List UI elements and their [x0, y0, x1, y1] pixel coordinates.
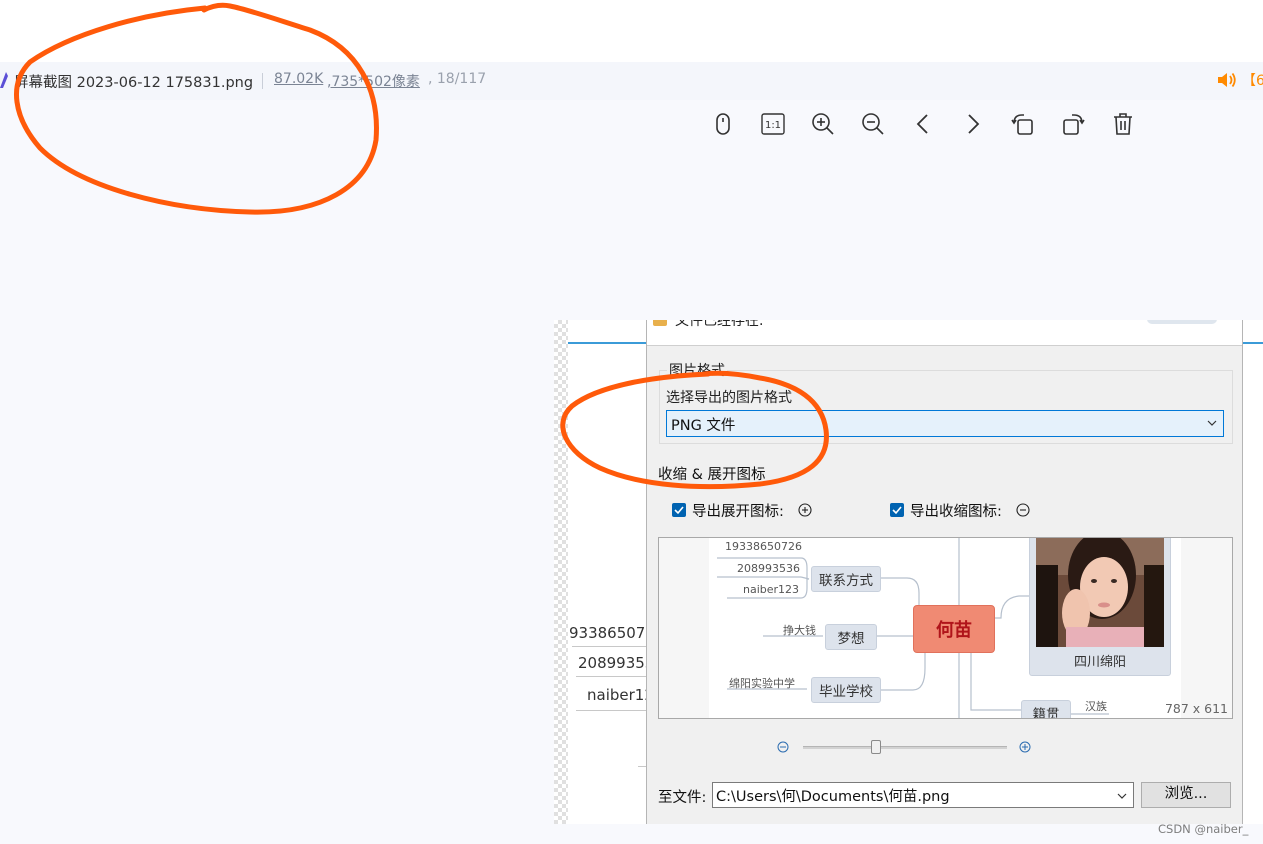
- photo-caption: 四川绵阳: [1073, 655, 1126, 670]
- background-cell: 933865072: [569, 624, 655, 642]
- format-select-label: 选择导出的图片格式: [666, 390, 792, 406]
- export-image-dialog: 文件已经存在. 图片格式 选择导出的图片格式 PNG 文件 收缩 & 展开图标 …: [646, 320, 1243, 824]
- mouse-mode-button[interactable]: [708, 108, 738, 140]
- dialog-title-button[interactable]: [1147, 320, 1217, 324]
- dream-node: 梦想: [825, 624, 877, 650]
- image-format-value: PNG 文件: [671, 418, 736, 434]
- chevron-down-icon: [1207, 420, 1217, 426]
- contact-node: 联系方式: [811, 566, 881, 592]
- screen: 屏幕截图 2023-06-12 175831.png 87.02K ,735*5…: [0, 0, 1263, 844]
- portrait-photo: [1036, 538, 1164, 647]
- transparency-checker: [554, 320, 568, 824]
- collapse-expand-section-title: 收缩 & 展开图标: [658, 467, 766, 483]
- image-format-group-title: 图片格式: [667, 360, 727, 380]
- viewer-toolbar: 1:1: [708, 108, 1148, 140]
- rotate-left-button[interactable]: [1008, 108, 1038, 140]
- export-preview[interactable]: 19338650726 208993536 naiber123 联系方式 挣大钱…: [658, 537, 1233, 719]
- file-size-link[interactable]: 87.02K: [274, 71, 323, 87]
- delete-button[interactable]: [1108, 108, 1138, 140]
- export-expand-icon-option[interactable]: 导出展开图标:: [672, 500, 812, 520]
- chevron-left-icon: [916, 114, 928, 134]
- dialog-title: 文件已经存在.: [675, 320, 764, 329]
- info-divider: [262, 73, 263, 89]
- zoom-thumb[interactable]: [870, 740, 881, 754]
- previous-image-button[interactable]: [908, 108, 938, 140]
- image-format-select[interactable]: PNG 文件: [666, 410, 1224, 437]
- mindmap-root-node: 何苗: [913, 605, 995, 653]
- checkmark-icon: [674, 506, 684, 515]
- background-cell: naiber12: [587, 686, 654, 704]
- portrait-image: [1036, 538, 1164, 647]
- background-rule: [576, 676, 656, 677]
- dialog-title-bar: 文件已经存在.: [647, 320, 1242, 346]
- output-path-value: C:\Users\何\Documents\何苗.png: [716, 789, 950, 805]
- zoom-out-icon: [862, 113, 884, 135]
- output-path-field[interactable]: C:\Users\何\Documents\何苗.png: [712, 782, 1134, 808]
- chevron-down-icon[interactable]: [1117, 792, 1127, 800]
- zoom-in-button[interactable]: [808, 108, 838, 140]
- zoom-track[interactable]: [803, 746, 1007, 749]
- image-dimensions-link[interactable]: ,735*502像素: [327, 71, 420, 91]
- school-detail: 绵阳实验中学: [729, 677, 795, 690]
- rotate-right-button[interactable]: [1058, 108, 1088, 140]
- trash-icon: [1114, 113, 1132, 135]
- chevron-right-icon: [968, 114, 980, 134]
- rotate-left-icon: [1011, 114, 1033, 135]
- export-collapse-label: 导出收缩图标:: [910, 503, 1002, 520]
- mouse-icon: [716, 113, 730, 135]
- notice-text[interactable]: 【6: [1242, 70, 1263, 90]
- zoom-out-icon[interactable]: [777, 741, 789, 753]
- background-rule: [572, 646, 652, 647]
- export-expand-checkbox[interactable]: [672, 503, 686, 517]
- contact-phone: 19338650726: [725, 540, 802, 553]
- file-name: 屏幕截图 2023-06-12 175831.png: [14, 75, 254, 91]
- collapse-minus-icon: [1016, 503, 1030, 517]
- photo-node: 四川绵阳: [1029, 538, 1171, 676]
- contact-handle: naiber123: [743, 583, 800, 596]
- app-logo-icon: [0, 72, 8, 88]
- folder-icon: [653, 320, 667, 326]
- actual-size-label: 1:1: [765, 120, 781, 131]
- browse-button[interactable]: 浏览...: [1141, 782, 1231, 808]
- origin-node: 籍贯: [1021, 700, 1071, 718]
- checkmark-icon: [892, 506, 902, 515]
- zoom-in-icon: [812, 113, 834, 135]
- background-cell: 20899353: [578, 654, 655, 672]
- export-expand-label: 导出展开图标:: [692, 503, 784, 520]
- ethnicity-detail: 汉族: [1085, 700, 1107, 713]
- rotate-right-icon: [1063, 114, 1085, 135]
- image-info-bar: 屏幕截图 2023-06-12 175831.png 87.02K ,735*5…: [0, 62, 1263, 100]
- background-rule: [576, 710, 656, 711]
- to-file-label: 至文件:: [658, 790, 707, 806]
- speaker-icon[interactable]: [1216, 70, 1238, 90]
- zoom-out-button[interactable]: [858, 108, 888, 140]
- preview-zoom-slider[interactable]: [777, 740, 1037, 754]
- csdn-watermark: CSDN @naiber_: [1158, 822, 1249, 836]
- mindmap-preview: 19338650726 208993536 naiber123 联系方式 挣大钱…: [709, 538, 1181, 718]
- image-index: , 18/117: [428, 71, 487, 87]
- zoom-in-icon[interactable]: [1019, 741, 1031, 753]
- actual-size-icon: 1:1: [761, 113, 785, 135]
- next-image-button[interactable]: [958, 108, 988, 140]
- expand-plus-icon: [798, 503, 812, 517]
- export-collapse-icon-option[interactable]: 导出收缩图标:: [890, 500, 1030, 520]
- actual-size-button[interactable]: 1:1: [758, 108, 788, 140]
- export-collapse-checkbox[interactable]: [890, 503, 904, 517]
- dream-detail: 挣大钱: [783, 624, 816, 637]
- contact-number: 208993536: [737, 562, 800, 575]
- preview-size-label: 787 x 611: [1164, 701, 1228, 716]
- school-node: 毕业学校: [811, 677, 881, 703]
